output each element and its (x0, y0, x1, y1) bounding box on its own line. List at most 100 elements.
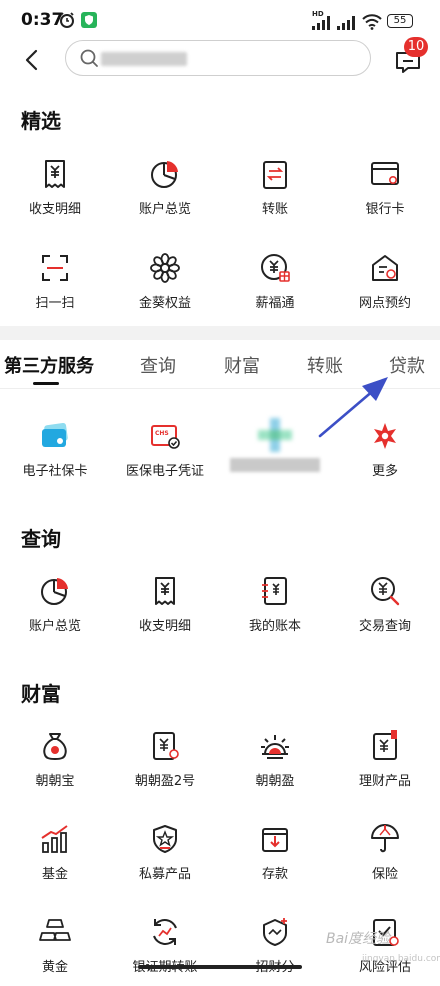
grid-item-label: 转账 (261, 202, 288, 217)
baidu-watermark-url: jingyan.baidu.com (362, 954, 440, 964)
bar-chart-icon (41, 825, 68, 853)
scan-icon (42, 255, 68, 281)
transfer-icon (263, 161, 287, 189)
grid-item-sunflower-benefits[interactable]: 金葵权益 (110, 252, 220, 322)
finance-product-icon (373, 730, 397, 760)
section-divider (0, 326, 440, 340)
grid-item-salary-service[interactable]: 薪福通 (220, 252, 330, 322)
grid-item-private-products[interactable]: 私募产品 (110, 823, 220, 893)
pie-chart-icon (41, 578, 68, 605)
search-input[interactable] (65, 40, 371, 76)
gold-bars-icon (39, 919, 71, 941)
grid-item-label: 我的账本 (248, 619, 301, 634)
receipt-yuan-icon (45, 160, 65, 188)
grid-item-transaction-query[interactable]: 交易查询 (330, 575, 440, 645)
more-star-icon (374, 423, 396, 449)
wifi-icon (362, 14, 382, 30)
grid-item-my-ledger[interactable]: 我的账本 (220, 575, 330, 645)
tab-transfer[interactable]: 转账 (307, 352, 343, 378)
grid-item-label: 收支明细 (138, 619, 191, 634)
grid-item-label: 医保电子凭证 (125, 464, 204, 479)
grid-item-label: 更多 (371, 464, 398, 479)
grid-item-label: 账户总览 (28, 619, 81, 634)
grid-item-label: 保险 (371, 867, 398, 882)
grid-item-zhaozhaoying-2[interactable]: 朝朝盈2号 (110, 730, 220, 800)
grid-item-medical-insurance-voucher[interactable]: CHS 医保电子凭证 (110, 420, 220, 490)
search-yuan-icon (371, 577, 400, 606)
message-badge: 10 (404, 37, 428, 57)
category-tabs: 第三方服务 查询 财富 转账 贷款 (0, 342, 440, 389)
grid-item-label: 交易查询 (358, 619, 411, 634)
receipt-yuan-icon (155, 577, 175, 605)
branch-booking-icon (372, 255, 398, 281)
grid-item-label: 朝朝宝 (35, 774, 75, 789)
grid-item-label: 银行卡 (365, 202, 405, 217)
grid-item-label: 朝朝盈2号 (134, 774, 196, 789)
wealth-title: 财富 (21, 682, 61, 706)
medical-insurance-card-icon: CHS (151, 425, 180, 449)
grid-item-fund[interactable]: 基金 (0, 823, 110, 893)
grid-item-transfer[interactable]: 转账 (220, 158, 330, 228)
social-security-card-icon (42, 422, 68, 447)
grid-item-zhaozhaoying[interactable]: 朝朝盈 (220, 730, 330, 800)
grid-item-gold[interactable]: 黄金 (0, 916, 110, 986)
back-button[interactable] (18, 44, 48, 76)
grid-item-label: 存款 (261, 867, 288, 882)
grid-item-label: 朝朝盈 (255, 774, 295, 789)
featured-title: 精选 (21, 109, 61, 133)
tab-wealth[interactable]: 财富 (224, 352, 260, 378)
active-tab-indicator (33, 382, 59, 385)
grid-item-label: 黄金 (41, 960, 68, 975)
svg-text:CHS: CHS (155, 430, 169, 437)
ledger-icon (262, 577, 287, 605)
grid-item-branch-booking[interactable]: 网点预约 (330, 252, 440, 322)
query-title: 查询 (21, 527, 61, 551)
salary-icon (261, 254, 290, 282)
grid-item-account-overview[interactable]: 账户总览 (110, 158, 220, 228)
deposit-icon (262, 828, 288, 852)
grid-item-more[interactable]: 更多 (330, 420, 440, 490)
tab-third-party-services[interactable]: 第三方服务 (4, 352, 94, 378)
baidu-watermark: Bai度经验 (326, 931, 391, 947)
grid-item-finance-products[interactable]: 理财产品 (330, 730, 440, 800)
top-bar: 10 (0, 37, 440, 82)
search-placeholder-blurred (101, 52, 187, 66)
document-yuan-icon (153, 732, 179, 760)
signal-2-icon (337, 16, 355, 30)
tab-loan[interactable]: 贷款 (389, 352, 425, 378)
status-time: 0:37 (21, 10, 64, 30)
tab-query[interactable]: 查询 (140, 352, 176, 378)
grid-item-income-details[interactable]: 收支明细 (0, 158, 110, 228)
grid-item-zhaocaifen[interactable]: 招财分 (220, 916, 330, 986)
grid-item-label: 薪福通 (255, 296, 295, 311)
grid-item-bank-card[interactable]: 银行卡 (330, 158, 440, 228)
shield-plus-icon (263, 918, 287, 946)
shield-star-icon (153, 825, 177, 853)
grid-item-label: 电子社保卡 (22, 464, 88, 479)
signal-icon (312, 16, 330, 30)
battery-level: 55 (393, 15, 407, 26)
grid-item-label: 金葵权益 (138, 296, 191, 311)
grid-item-insurance[interactable]: 保险 (330, 823, 440, 893)
home-indicator[interactable] (138, 965, 302, 969)
blurred-cross-icon (258, 418, 292, 452)
umbrella-icon (371, 824, 399, 853)
grid-item-label: 扫一扫 (35, 296, 75, 311)
refresh-icon (153, 919, 177, 945)
sunrise-icon (261, 735, 289, 759)
alarm-icon (60, 12, 74, 28)
grid-item-deposit[interactable]: 存款 (220, 823, 330, 893)
status-bar: 0:37 HD 55 (0, 0, 440, 40)
grid-item-account-overview-2[interactable]: 账户总览 (0, 575, 110, 645)
sunflower-icon (150, 253, 180, 283)
money-bag-icon (43, 733, 67, 761)
grid-item-risk-assessment[interactable]: 风险评估 (330, 916, 440, 986)
grid-item-scan[interactable]: 扫一扫 (0, 252, 110, 322)
grid-item-label: 收支明细 (28, 202, 81, 217)
grid-item-bank-securities-transfer[interactable]: 银证期转账 (110, 916, 220, 986)
grid-item-label: 账户总览 (138, 202, 191, 217)
grid-item-zhaozhaobao[interactable]: 朝朝宝 (0, 730, 110, 800)
security-shield-icon (81, 12, 97, 28)
grid-item-e-social-security-card[interactable]: 电子社保卡 (0, 420, 110, 490)
grid-item-income-details-2[interactable]: 收支明细 (110, 575, 220, 645)
